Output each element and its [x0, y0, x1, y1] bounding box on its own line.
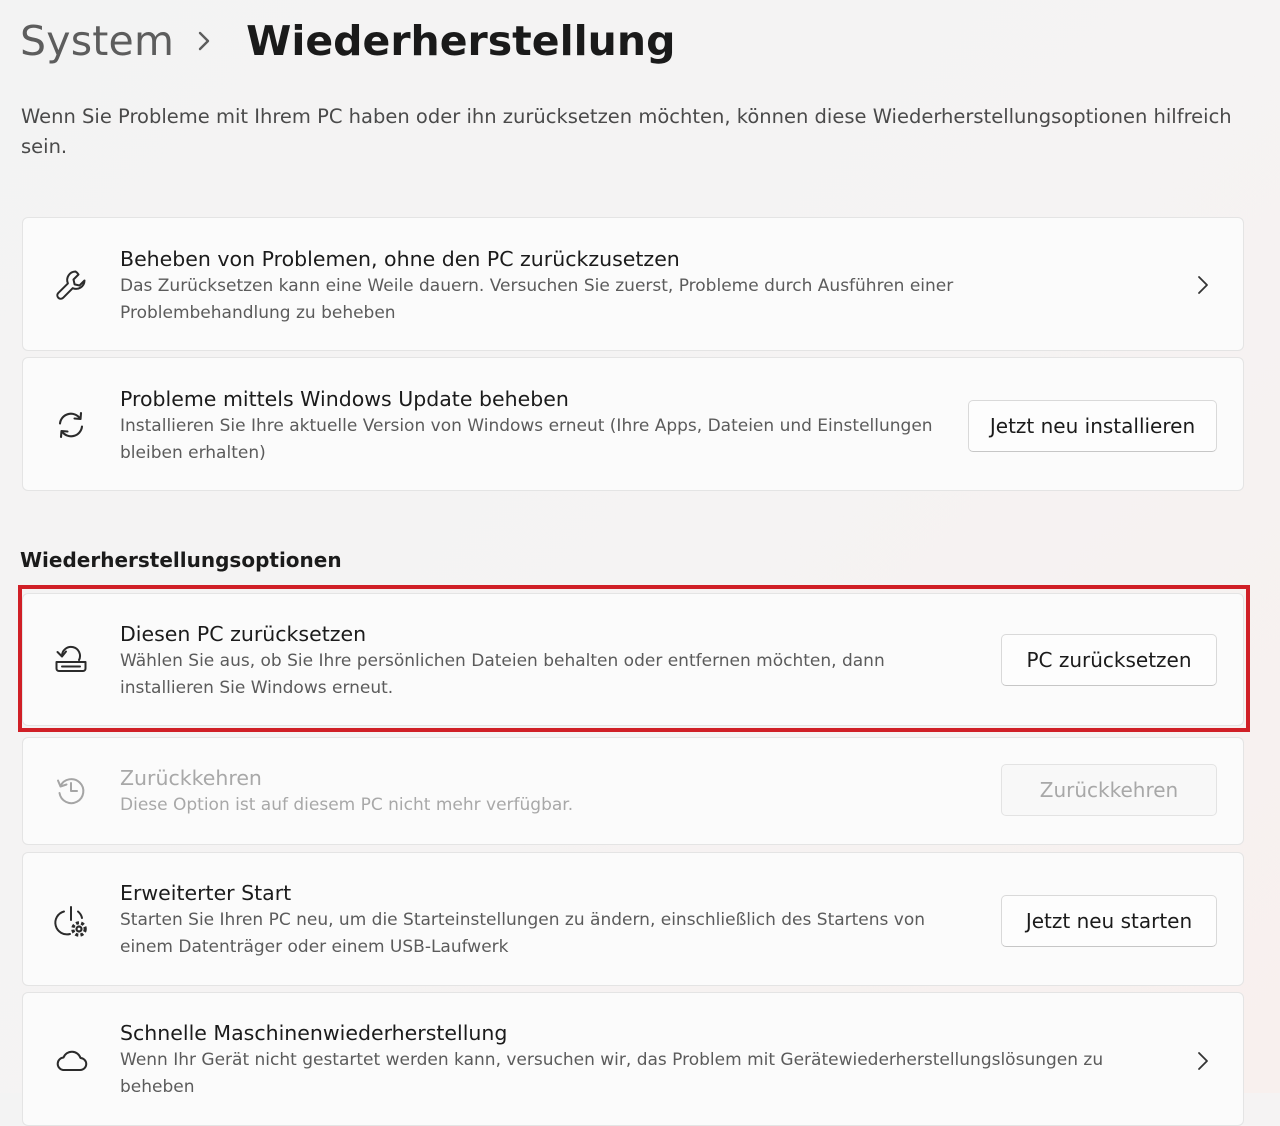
page-title: Wiederherstellung — [246, 17, 676, 65]
windows-update-card: Probleme mittels Windows Update beheben … — [22, 357, 1244, 491]
go-back-card: Zurückkehren Diese Option ist auf diesem… — [22, 737, 1244, 845]
breadcrumb: System Wiederherstellung — [20, 10, 675, 72]
breadcrumb-chevron-icon — [174, 30, 234, 52]
wrench-icon — [51, 265, 91, 305]
windows-update-description: Installieren Sie Ihre aktuelle Version v… — [120, 416, 933, 463]
restart-now-button[interactable]: Jetzt neu starten — [1001, 895, 1217, 947]
chevron-right-icon — [1193, 273, 1213, 297]
fix-problems-card[interactable]: Beheben von Problemen, ohne den PC zurüc… — [22, 217, 1244, 351]
advanced-start-card: Erweiterter Start Starten Sie Ihren PC n… — [22, 852, 1244, 986]
breadcrumb-system-link[interactable]: System — [20, 17, 174, 65]
reset-pc-title: Diesen PC zurücksetzen — [120, 622, 367, 646]
power-gear-icon — [51, 901, 91, 941]
history-icon — [51, 770, 91, 810]
reset-pc-button[interactable]: PC zurücksetzen — [1001, 634, 1217, 686]
fix-problems-description: Das Zurücksetzen kann eine Weile dauern.… — [120, 276, 954, 323]
advanced-start-title: Erweiterter Start — [120, 881, 292, 905]
reset-pc-description: Wählen Sie aus, ob Sie Ihre persönlichen… — [120, 651, 885, 698]
reinstall-now-button[interactable]: Jetzt neu installieren — [968, 400, 1217, 452]
windows-update-title: Probleme mittels Windows Update beheben — [120, 387, 569, 411]
page-description: Wenn Sie Probleme mit Ihrem PC haben ode… — [21, 105, 1232, 158]
fix-problems-title: Beheben von Problemen, ohne den PC zurüc… — [120, 247, 680, 271]
go-back-description: Diese Option ist auf diesem PC nicht meh… — [120, 795, 574, 815]
advanced-start-description: Starten Sie Ihren PC neu, um die Startei… — [120, 910, 926, 957]
reset-pc-card: Diesen PC zurücksetzen Wählen Sie aus, o… — [22, 593, 1244, 726]
quick-recovery-title: Schnelle Maschinenwiederherstellung — [120, 1021, 508, 1045]
quick-recovery-card[interactable]: Schnelle Maschinenwiederherstellung Wenn… — [22, 992, 1244, 1126]
chevron-right-icon — [1193, 1049, 1213, 1073]
go-back-title: Zurückkehren — [120, 766, 262, 790]
reset-pc-icon — [51, 639, 91, 679]
go-back-button[interactable]: Zurückkehren — [1001, 764, 1217, 816]
refresh-icon — [51, 405, 91, 445]
recovery-options-heading: Wiederherstellungsoptionen — [20, 548, 342, 572]
cloud-icon — [51, 1041, 91, 1081]
